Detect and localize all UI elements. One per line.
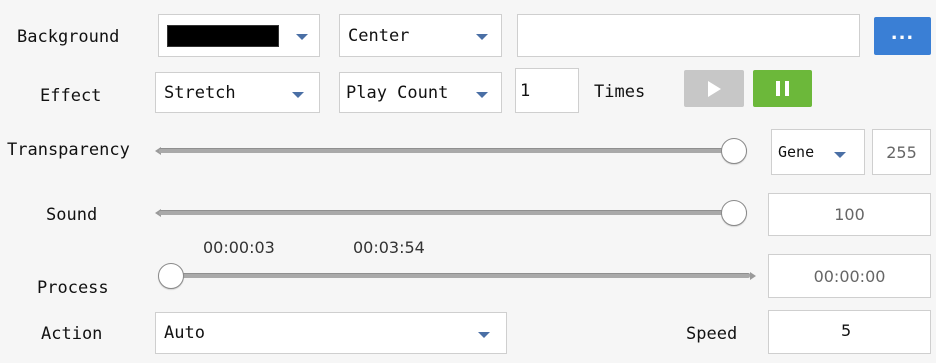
chevron-down-icon xyxy=(478,332,490,338)
chevron-down-icon xyxy=(476,92,488,98)
pause-button[interactable] xyxy=(753,70,812,107)
process-label: Process xyxy=(37,278,109,298)
transparency-mode-value: Gene xyxy=(778,143,815,161)
slider-track xyxy=(160,273,750,278)
speed-label: Speed xyxy=(686,324,738,344)
play-button[interactable] xyxy=(684,70,744,107)
slider-thumb[interactable] xyxy=(721,200,747,226)
process-position-input[interactable]: 00:00:00 xyxy=(768,254,931,298)
process-slider[interactable] xyxy=(150,260,762,292)
chevron-down-icon xyxy=(476,34,488,40)
total-time-label: 00:03:54 xyxy=(353,238,425,257)
play-count-input[interactable]: 1 xyxy=(515,68,579,113)
play-icon xyxy=(708,81,721,97)
chevron-down-icon xyxy=(834,152,846,158)
chevron-down-icon xyxy=(296,34,308,40)
sound-slider[interactable] xyxy=(153,197,763,229)
transparency-slider[interactable] xyxy=(153,135,763,167)
speed-input[interactable]: 5 xyxy=(768,310,931,354)
background-color-select[interactable] xyxy=(158,14,320,57)
sound-value-input[interactable]: 100 xyxy=(768,193,931,236)
slider-track xyxy=(159,210,747,215)
browse-button-label: ... xyxy=(890,22,915,44)
play-mode-select[interactable]: Play Count xyxy=(339,72,502,113)
play-count-value: 1 xyxy=(520,80,531,101)
slider-track-end xyxy=(750,272,756,280)
transparency-mode-select[interactable]: Gene xyxy=(771,129,865,175)
background-align-select[interactable]: Center xyxy=(339,14,502,57)
sound-label: Sound xyxy=(46,205,98,225)
effect-label: Effect xyxy=(40,86,102,106)
action-label: Action xyxy=(41,324,103,344)
speed-value: 5 xyxy=(841,321,852,340)
play-mode-value: Play Count xyxy=(346,82,449,103)
slider-track xyxy=(159,148,747,153)
transparency-label: Transparency xyxy=(7,140,130,160)
slider-thumb[interactable] xyxy=(721,138,747,164)
action-select[interactable]: Auto xyxy=(155,312,507,354)
background-path-input[interactable] xyxy=(517,14,860,57)
color-swatch xyxy=(167,25,279,47)
chevron-down-icon xyxy=(292,92,304,98)
slider-thumb[interactable] xyxy=(158,263,184,289)
action-value: Auto xyxy=(164,323,205,343)
browse-button[interactable]: ... xyxy=(874,17,931,55)
current-time-label: 00:00:03 xyxy=(203,238,275,257)
background-label: Background xyxy=(17,27,120,47)
effect-mode-value: Stretch xyxy=(164,82,236,103)
effect-mode-select[interactable]: Stretch xyxy=(155,72,320,113)
background-align-value: Center xyxy=(348,25,410,46)
times-label: Times xyxy=(594,82,646,102)
pause-icon xyxy=(776,81,789,96)
transparency-value-input[interactable]: 255 xyxy=(872,129,931,175)
